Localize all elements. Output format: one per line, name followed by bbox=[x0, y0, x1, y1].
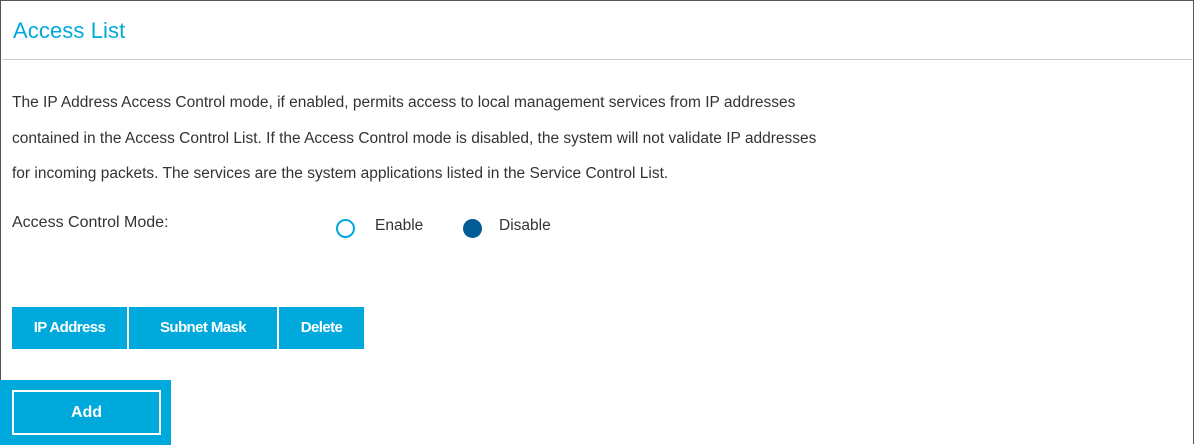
page-title: Access List bbox=[13, 18, 126, 43]
description-line-1: The IP Address Access Control mode, if e… bbox=[12, 94, 796, 111]
column-header-delete: Delete bbox=[279, 307, 364, 349]
disable-radio[interactable] bbox=[463, 219, 482, 238]
description-line-3: for incoming packets. The services are t… bbox=[12, 165, 669, 182]
add-button-focus-ring: Add bbox=[0, 380, 171, 445]
enable-radio-label[interactable]: Enable bbox=[375, 217, 423, 235]
add-button[interactable]: Add bbox=[12, 390, 161, 435]
description-text: The IP Address Access Control mode, if e… bbox=[12, 85, 1182, 192]
section-header: Access List bbox=[2, 9, 1192, 60]
access-list-panel: Access List The IP Address Access Contro… bbox=[0, 0, 1194, 444]
disable-radio-label[interactable]: Disable bbox=[499, 217, 551, 235]
enable-radio[interactable] bbox=[336, 219, 355, 238]
column-header-ip-address: IP Address bbox=[12, 307, 127, 349]
description-line-2: contained in the Access Control List. If… bbox=[12, 129, 817, 147]
access-control-mode-label: Access Control Mode: bbox=[12, 214, 169, 231]
access-list-table-header: IP Address Subnet Mask Delete bbox=[12, 307, 364, 349]
column-header-subnet-mask: Subnet Mask bbox=[129, 307, 277, 349]
